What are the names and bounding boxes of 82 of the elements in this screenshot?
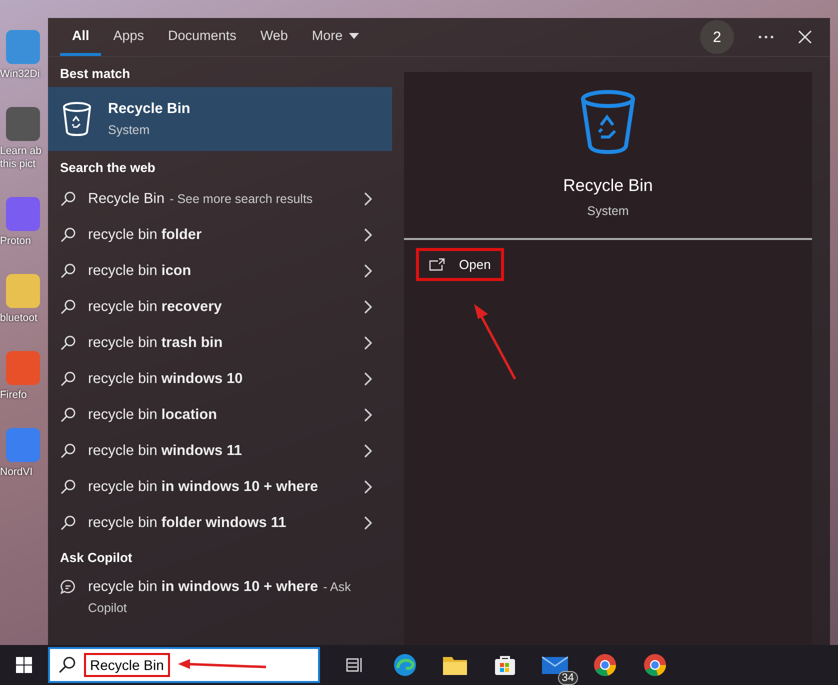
chevron-right-icon[interactable] [364, 516, 372, 530]
desktop-icon-label: Proton [0, 235, 31, 248]
chevron-right-icon[interactable] [364, 408, 372, 422]
desktop-icon-label: this pict [0, 158, 36, 171]
suggestion-text: recycle bin folder windows 11 [88, 515, 288, 531]
filter-tab[interactable]: Documents [156, 18, 248, 56]
chevron-right-icon[interactable] [364, 336, 372, 350]
suggestion-text: recycle bin in windows 10 + where - Ask Copilot [88, 578, 352, 617]
section-heading: Best match [59, 65, 132, 83]
filter-tab[interactable]: Web [248, 18, 300, 56]
search-icon [60, 227, 76, 243]
search-icon [60, 407, 76, 423]
search-icon [60, 479, 76, 495]
browser-circle-icon[interactable] [593, 653, 617, 677]
search-query-text: Recycle Bin [84, 653, 170, 677]
section-heading: Ask Copilot [59, 549, 134, 567]
filter-tab[interactable]: More [300, 18, 371, 56]
chat-bubble-icon [60, 579, 76, 595]
recycle-bin-icon [62, 102, 92, 136]
open-button[interactable]: Open [416, 248, 504, 281]
search-icon [60, 335, 76, 351]
suggestion-text: recycle bin location [88, 407, 218, 423]
open-external-icon [429, 258, 445, 271]
suggestion-text: recycle bin in windows 10 + where [88, 479, 320, 495]
web-suggestion[interactable]: recycle bin folder windows 11 [48, 505, 392, 541]
section-heading: Search the web [59, 159, 156, 177]
web-suggestion[interactable]: recycle bin icon [48, 253, 392, 289]
desktop-icon-label: NordVI [0, 466, 33, 479]
suggestion-text: Recycle Bin - See more search results [88, 191, 314, 207]
suggestion-text: recycle bin icon [88, 263, 192, 279]
chevron-right-icon[interactable] [364, 480, 372, 494]
web-suggestion[interactable]: recycle bin trash bin [48, 325, 392, 361]
windows-start-icon[interactable] [16, 657, 32, 673]
chevron-right-icon[interactable] [364, 264, 372, 278]
unread-count-badge: 34 [558, 671, 578, 685]
web-suggestion[interactable]: recycle bin windows 10 [48, 361, 392, 397]
mail-envelope-icon[interactable] [542, 655, 568, 675]
close-icon[interactable] [798, 30, 812, 44]
suggestion-text: recycle bin windows 11 [88, 443, 243, 459]
web-suggestion[interactable]: Recycle Bin - See more search results [48, 181, 392, 217]
taskbar-search-field[interactable]: Recycle Bin [48, 647, 320, 683]
filter-tab[interactable]: Apps [101, 18, 156, 56]
chevron-right-icon[interactable] [364, 228, 372, 242]
preview-title: Recycle Bin [563, 176, 653, 196]
suggestion-text: recycle bin folder [88, 227, 203, 243]
chevron-right-icon[interactable] [364, 372, 372, 386]
chevron-right-icon[interactable] [364, 300, 372, 314]
filter-tab[interactable]: All [60, 18, 102, 56]
browser-circle-icon[interactable] [643, 653, 667, 677]
browser-swirl-icon[interactable] [393, 653, 417, 677]
task-view-icon[interactable] [346, 657, 364, 673]
recycle-bin-icon [580, 90, 636, 154]
result-subtitle: System [108, 123, 150, 137]
web-suggestion[interactable]: recycle bin recovery [48, 289, 392, 325]
desktop-icon-label: Win32Di [0, 68, 40, 81]
search-icon [60, 515, 76, 531]
web-suggestion[interactable]: recycle bin location [48, 397, 392, 433]
search-icon [60, 299, 76, 315]
search-icon [60, 443, 76, 459]
desktop-icon-label: Learn ab [0, 145, 42, 158]
suggestion-text: recycle bin trash bin [88, 335, 224, 351]
chevron-right-icon[interactable] [364, 444, 372, 458]
suggestion-text: recycle bin windows 10 [88, 371, 244, 387]
chevron-right-icon[interactable] [364, 192, 372, 206]
suggestion-text: recycle bin recovery [88, 299, 223, 315]
search-icon [60, 263, 76, 279]
web-suggestion[interactable]: recycle bin in windows 10 + where [48, 469, 392, 505]
more-options-icon[interactable] [758, 35, 774, 39]
web-suggestion[interactable]: recycle bin windows 11 [48, 433, 392, 469]
shopping-bag-icon[interactable] [494, 654, 516, 676]
copilot-suggestion[interactable]: recycle bin in windows 10 + where - Ask Copilot [48, 571, 392, 619]
desktop-icon-label: bluetoot [0, 312, 38, 325]
search-icon [58, 656, 76, 674]
search-icon [60, 371, 76, 387]
best-match-item[interactable]: Recycle Bin System [48, 87, 392, 151]
search-icon [60, 191, 76, 207]
folder-icon[interactable] [443, 655, 467, 675]
rewards-badge[interactable]: 2 [700, 20, 734, 54]
web-suggestion[interactable]: recycle bin folder [48, 217, 392, 253]
result-title: Recycle Bin [108, 101, 190, 117]
desktop-icon-label: Firefo [0, 389, 27, 402]
preview-subtitle: System [587, 204, 629, 218]
